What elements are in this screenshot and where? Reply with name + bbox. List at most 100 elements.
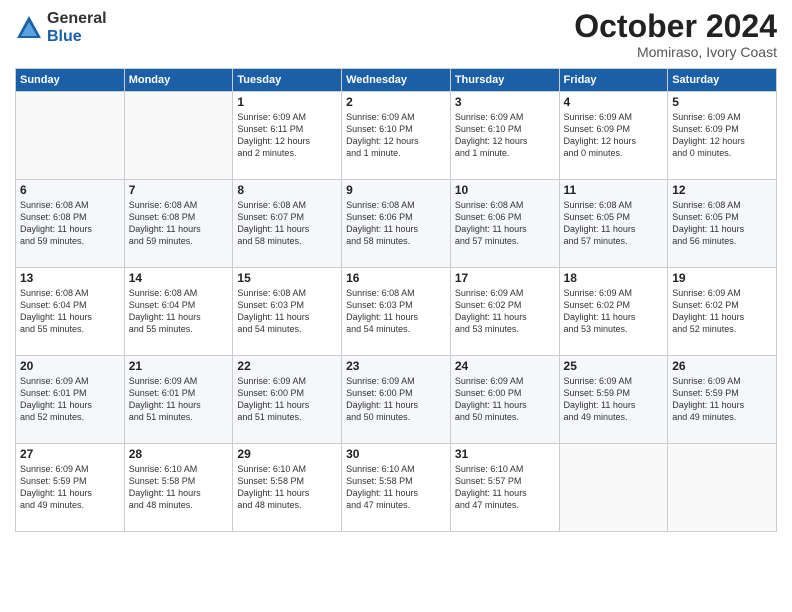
calendar-cell: 29Sunrise: 6:10 AM Sunset: 5:58 PM Dayli…: [233, 444, 342, 532]
logo-icon: [15, 14, 43, 42]
day-info: Sunrise: 6:09 AM Sunset: 6:00 PM Dayligh…: [346, 375, 446, 424]
calendar-cell: 27 Sunrise: 6:09 AM Sunset: 5:59 PM Dayli…: [16, 444, 125, 532]
day-number: 10: [455, 183, 555, 197]
day-number: 17: [455, 271, 555, 285]
calendar-cell: [668, 444, 777, 532]
header-friday: Friday: [559, 69, 668, 92]
day-number: 29: [237, 447, 337, 461]
calendar-cell: 21 Sunrise: 6:09 AM Sunset: 6:01 PM Dayli…: [124, 356, 233, 444]
calendar-cell: 28 Sunrise: 6:10 AM Sunset: 5:58 PM Dayli…: [124, 444, 233, 532]
day-info: Sunrise: 6:09 AM Sunset: 6:10 PM Dayligh…: [455, 111, 555, 160]
calendar-cell: 13Sunrise: 6:08 AM Sunset: 6:04 PM Dayli…: [16, 268, 125, 356]
day-number: 13: [20, 271, 120, 285]
day-number: 27: [20, 447, 120, 461]
page-header: General Blue October 2024 Momiraso, Ivor…: [15, 10, 777, 60]
calendar-cell: 25 Sunrise: 6:09 AM Sunset: 5:59 PM Dayli…: [559, 356, 668, 444]
day-number: 1: [237, 95, 337, 109]
calendar-week-3: 13Sunrise: 6:08 AM Sunset: 6:04 PM Dayli…: [16, 268, 777, 356]
day-info: Sunrise: 6:08 AM Sunset: 6:05 PM Dayligh…: [672, 199, 772, 248]
day-number: 31: [455, 447, 555, 461]
calendar-cell: 15 Sunrise: 6:08 AM Sunset: 6:03 PM Dayli…: [233, 268, 342, 356]
day-number: 15: [237, 271, 337, 285]
day-number: 21: [129, 359, 229, 373]
calendar-cell: [124, 92, 233, 180]
day-info: Sunrise: 6:08 AM Sunset: 6:05 PM Dayligh…: [564, 199, 664, 248]
day-info: Sunrise: 6:08 AM Sunset: 6:08 PM Dayligh…: [129, 199, 229, 248]
calendar-cell: 18Sunrise: 6:09 AM Sunset: 6:02 PM Dayli…: [559, 268, 668, 356]
day-number: 3: [455, 95, 555, 109]
day-number: 7: [129, 183, 229, 197]
calendar-cell: 19 Sunrise: 6:09 AM Sunset: 6:02 PM Dayli…: [668, 268, 777, 356]
calendar-week-4: 20 Sunrise: 6:09 AM Sunset: 6:01 PM Dayli…: [16, 356, 777, 444]
day-info: Sunrise: 6:10 AM Sunset: 5:58 PM Dayligh…: [129, 463, 229, 512]
calendar-cell: 10 Sunrise: 6:08 AM Sunset: 6:06 PM Dayli…: [450, 180, 559, 268]
calendar-cell: 17 Sunrise: 6:09 AM Sunset: 6:02 PM Dayli…: [450, 268, 559, 356]
calendar-cell: 11 Sunrise: 6:08 AM Sunset: 6:05 PM Dayli…: [559, 180, 668, 268]
calendar-cell: [559, 444, 668, 532]
day-number: 6: [20, 183, 120, 197]
day-info: Sunrise: 6:09 AM Sunset: 6:01 PM Dayligh…: [129, 375, 229, 424]
day-number: 16: [346, 271, 446, 285]
calendar-cell: 2 Sunrise: 6:09 AM Sunset: 6:10 PM Daylig…: [342, 92, 451, 180]
day-info: Sunrise: 6:09 AM Sunset: 6:01 PM Dayligh…: [20, 375, 120, 424]
header-saturday: Saturday: [668, 69, 777, 92]
logo-general: General: [47, 10, 107, 28]
day-info: Sunrise: 6:08 AM Sunset: 6:07 PM Dayligh…: [237, 199, 337, 248]
day-info: Sunrise: 6:10 AM Sunset: 5:57 PM Dayligh…: [455, 463, 555, 512]
day-info: Sunrise: 6:09 AM Sunset: 6:00 PM Dayligh…: [455, 375, 555, 424]
day-number: 25: [564, 359, 664, 373]
day-info: Sunrise: 6:08 AM Sunset: 6:03 PM Dayligh…: [346, 287, 446, 336]
calendar-cell: 8 Sunrise: 6:08 AM Sunset: 6:07 PM Daylig…: [233, 180, 342, 268]
day-info: Sunrise: 6:09 AM Sunset: 5:59 PM Dayligh…: [672, 375, 772, 424]
calendar-cell: 16 Sunrise: 6:08 AM Sunset: 6:03 PM Dayli…: [342, 268, 451, 356]
calendar-cell: 31 Sunrise: 6:10 AM Sunset: 5:57 PM Dayli…: [450, 444, 559, 532]
calendar-cell: 5 Sunrise: 6:09 AM Sunset: 6:09 PM Daylig…: [668, 92, 777, 180]
day-info: Sunrise: 6:09 AM Sunset: 6:09 PM Dayligh…: [564, 111, 664, 160]
day-info: Sunrise: 6:09 AM Sunset: 6:00 PM Dayligh…: [237, 375, 337, 424]
calendar-cell: 6 Sunrise: 6:08 AM Sunset: 6:08 PM Daylig…: [16, 180, 125, 268]
day-info: Sunrise: 6:09 AM Sunset: 6:09 PM Dayligh…: [672, 111, 772, 160]
header-tuesday: Tuesday: [233, 69, 342, 92]
day-info: Sunrise: 6:08 AM Sunset: 6:03 PM Dayligh…: [237, 287, 337, 336]
day-number: 2: [346, 95, 446, 109]
day-number: 14: [129, 271, 229, 285]
day-number: 30: [346, 447, 446, 461]
day-number: 19: [672, 271, 772, 285]
calendar-cell: 7 Sunrise: 6:08 AM Sunset: 6:08 PM Daylig…: [124, 180, 233, 268]
title-block: October 2024 Momiraso, Ivory Coast: [574, 10, 777, 60]
day-info: Sunrise: 6:08 AM Sunset: 6:08 PM Dayligh…: [20, 199, 120, 248]
header-thursday: Thursday: [450, 69, 559, 92]
header-sunday: Sunday: [16, 69, 125, 92]
day-number: 20: [20, 359, 120, 373]
day-number: 4: [564, 95, 664, 109]
day-info: Sunrise: 6:09 AM Sunset: 6:02 PM Dayligh…: [455, 287, 555, 336]
month-title: October 2024: [574, 10, 777, 42]
calendar-cell: [16, 92, 125, 180]
calendar-table: Sunday Monday Tuesday Wednesday Thursday…: [15, 68, 777, 532]
calendar-cell: 23Sunrise: 6:09 AM Sunset: 6:00 PM Dayli…: [342, 356, 451, 444]
calendar-cell: 20 Sunrise: 6:09 AM Sunset: 6:01 PM Dayli…: [16, 356, 125, 444]
day-number: 5: [672, 95, 772, 109]
calendar-cell: 12 Sunrise: 6:08 AM Sunset: 6:05 PM Dayli…: [668, 180, 777, 268]
day-number: 18: [564, 271, 664, 285]
day-number: 12: [672, 183, 772, 197]
calendar-week-2: 6 Sunrise: 6:08 AM Sunset: 6:08 PM Daylig…: [16, 180, 777, 268]
calendar-cell: 4 Sunrise: 6:09 AM Sunset: 6:09 PM Daylig…: [559, 92, 668, 180]
day-info: Sunrise: 6:09 AM Sunset: 5:59 PM Dayligh…: [564, 375, 664, 424]
day-number: 11: [564, 183, 664, 197]
calendar-week-1: 1Sunrise: 6:09 AM Sunset: 6:11 PM Daylig…: [16, 92, 777, 180]
day-info: Sunrise: 6:09 AM Sunset: 6:02 PM Dayligh…: [672, 287, 772, 336]
calendar-cell: 22Sunrise: 6:09 AM Sunset: 6:00 PM Dayli…: [233, 356, 342, 444]
day-info: Sunrise: 6:08 AM Sunset: 6:06 PM Dayligh…: [455, 199, 555, 248]
calendar-header-row: Sunday Monday Tuesday Wednesday Thursday…: [16, 69, 777, 92]
day-info: Sunrise: 6:09 AM Sunset: 5:59 PM Dayligh…: [20, 463, 120, 512]
header-wednesday: Wednesday: [342, 69, 451, 92]
header-monday: Monday: [124, 69, 233, 92]
day-number: 26: [672, 359, 772, 373]
day-number: 8: [237, 183, 337, 197]
calendar-cell: 1Sunrise: 6:09 AM Sunset: 6:11 PM Daylig…: [233, 92, 342, 180]
day-info: Sunrise: 6:08 AM Sunset: 6:06 PM Dayligh…: [346, 199, 446, 248]
day-number: 28: [129, 447, 229, 461]
day-info: Sunrise: 6:09 AM Sunset: 6:10 PM Dayligh…: [346, 111, 446, 160]
logo: General Blue: [15, 10, 107, 45]
